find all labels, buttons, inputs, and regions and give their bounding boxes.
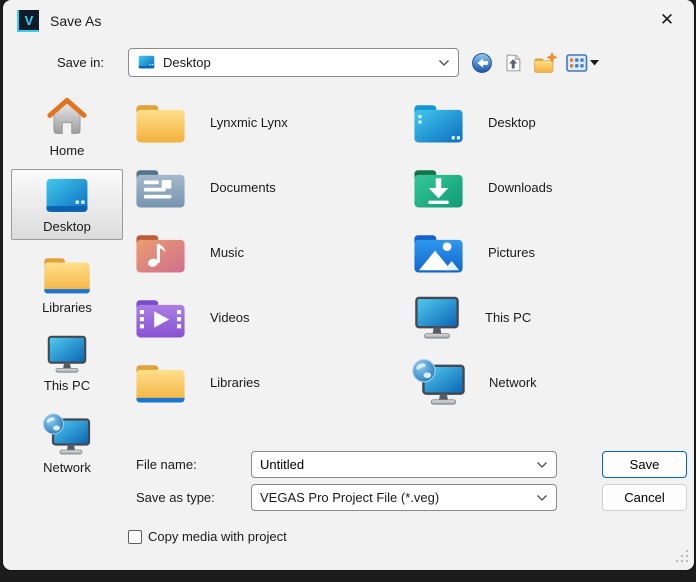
save-in-label: Save in: [3, 55, 115, 70]
file-item-label: Lynxmic Lynx [210, 115, 288, 130]
back-icon [471, 52, 493, 74]
file-name-combobox[interactable] [251, 451, 557, 478]
copy-media-row[interactable]: Copy media with project [128, 529, 287, 544]
place-libraries[interactable]: Libraries [11, 245, 123, 321]
videos-folder-icon [133, 295, 188, 341]
file-item-label: Libraries [210, 375, 260, 390]
file-item-documents[interactable]: Documents [133, 155, 411, 220]
file-item-label: Pictures [488, 245, 535, 260]
file-item-libraries[interactable]: Libraries [133, 350, 411, 415]
downloads-folder-icon [411, 165, 466, 211]
save-as-type-label: Save as type: [136, 490, 215, 505]
place-label: Home [50, 143, 85, 158]
cancel-button[interactable]: Cancel [602, 484, 687, 511]
libraries-folder-icon [133, 360, 188, 406]
file-item-videos[interactable]: Videos [133, 285, 411, 350]
up-one-level-icon [502, 52, 524, 74]
folder-icon [133, 100, 188, 146]
save-button[interactable]: Save [602, 451, 687, 478]
view-menu-icon [566, 54, 588, 73]
file-item-network[interactable]: Network [411, 350, 689, 415]
documents-folder-icon [133, 165, 188, 211]
create-new-folder-icon [533, 52, 557, 74]
place-label: Desktop [43, 219, 91, 234]
chevron-down-icon [536, 494, 548, 502]
file-item-label: Documents [210, 180, 276, 195]
network-icon [42, 412, 92, 457]
desktop-icon [42, 177, 92, 216]
network-icon [411, 358, 467, 407]
window-title: Save As [50, 13, 101, 29]
places-bar: Home Desktop Libraries [11, 86, 123, 481]
up-one-level-button[interactable] [501, 51, 525, 75]
pictures-folder-icon [411, 230, 466, 276]
place-network[interactable]: Network [11, 404, 123, 481]
dropdown-arrow-icon [590, 60, 599, 66]
view-menu-button[interactable] [565, 53, 600, 74]
place-label: This PC [44, 378, 90, 393]
place-home[interactable]: Home [11, 86, 123, 164]
place-desktop[interactable]: Desktop [11, 169, 123, 240]
file-item-label: Music [210, 245, 244, 260]
desktop-small-icon [137, 55, 156, 70]
file-item-desktop[interactable]: Desktop [411, 90, 689, 155]
vegas-logo-icon: V [17, 10, 39, 32]
this-pc-icon [411, 295, 463, 341]
file-item-downloads[interactable]: Downloads [411, 155, 689, 220]
copy-media-checkbox[interactable] [128, 530, 142, 544]
chevron-down-icon [536, 461, 548, 469]
save-in-combobox[interactable]: Desktop [128, 48, 459, 77]
create-new-folder-button[interactable] [532, 51, 558, 75]
file-item-label: Desktop [488, 115, 536, 130]
file-item-lynxmic-lynx[interactable]: Lynxmic Lynx [133, 90, 411, 155]
file-item-pictures[interactable]: Pictures [411, 220, 689, 285]
save-as-type-value: VEGAS Pro Project File (*.veg) [260, 490, 439, 505]
file-item-this-pc[interactable]: This PC [411, 285, 689, 350]
desktop-background: V Save As ✕ Save in: Desktop [0, 0, 696, 582]
place-label: Network [43, 460, 91, 475]
desktop-folder-icon [411, 100, 466, 146]
navigation-toolbar [470, 50, 600, 76]
save-as-type-combobox[interactable]: VEGAS Pro Project File (*.veg) [251, 484, 557, 511]
file-item-label: Downloads [488, 180, 552, 195]
home-icon [44, 94, 90, 140]
file-name-label: File name: [136, 457, 197, 472]
close-button[interactable]: ✕ [650, 5, 684, 35]
chevron-down-icon [438, 59, 450, 67]
file-item-label: Network [489, 375, 537, 390]
file-item-label: This PC [485, 310, 531, 325]
file-name-input[interactable] [260, 457, 536, 472]
place-this-pc[interactable]: This PC [11, 326, 123, 399]
place-label: Libraries [42, 300, 92, 315]
file-item-music[interactable]: Music [133, 220, 411, 285]
file-item-label: Videos [210, 310, 250, 325]
music-folder-icon [133, 230, 188, 276]
save-as-dialog: V Save As ✕ Save in: Desktop [3, 0, 694, 570]
this-pc-icon [44, 334, 90, 375]
save-in-value: Desktop [163, 55, 211, 70]
back-button[interactable] [470, 51, 494, 75]
resize-grip[interactable] [675, 549, 688, 562]
file-list: Lynxmic Lynx Documents [133, 90, 689, 420]
libraries-icon [41, 253, 93, 297]
copy-media-label: Copy media with project [148, 529, 287, 544]
title-bar[interactable]: V Save As [3, 0, 694, 42]
